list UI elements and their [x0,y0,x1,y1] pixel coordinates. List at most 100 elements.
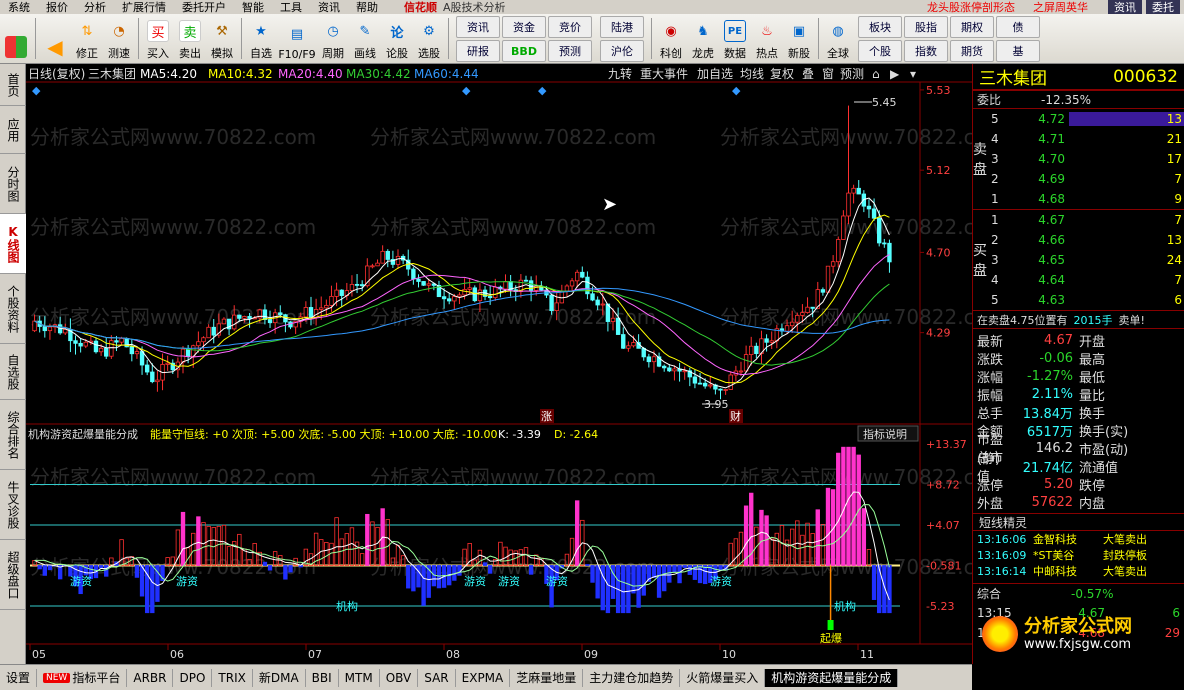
research-button[interactable]: 研报 [456,40,500,62]
info-button[interactable]: 资讯 [1108,0,1142,14]
spirit-item[interactable]: 13:16:06 金智科技 大笔卖出 [973,531,1184,547]
options-button[interactable]: 期权 [950,16,994,38]
menu-ext-quote[interactable]: 扩展行情 [114,0,174,14]
dropdown-icon[interactable]: ▾ [910,67,916,81]
indicator-tab[interactable]: ARBR [127,668,174,687]
menu-info[interactable]: 资讯 [310,0,348,14]
window-button[interactable]: 窗 [822,67,834,81]
indicator-tab[interactable]: 设置 [0,668,38,687]
tab-stock-profile[interactable]: 个股资料 [0,274,26,344]
indicator-tab[interactable]: EXPMA [456,668,511,687]
book-level[interactable]: 3 4.65 24 [991,250,1184,270]
grid-button[interactable] [0,14,32,63]
event-diamond-icon[interactable]: ◆ [32,84,41,97]
indicator-tab[interactable]: TRIX [212,668,253,687]
index-button[interactable]: 指数 [904,40,948,62]
hk-connect-button[interactable]: 陆港 [600,16,644,38]
tab-intraday[interactable]: 分时图 [0,154,26,214]
favorite-button[interactable]: ★ 自选 [245,14,277,63]
tab-home[interactable]: 首页 [0,64,26,106]
indicator-tab[interactable]: SAR [418,668,456,687]
book-level[interactable]: 4 4.71 21 [991,129,1184,149]
sector-button[interactable]: 板块 [858,16,902,38]
nine-turn-button[interactable]: 九转 [608,66,632,81]
indicator-tab[interactable]: 机构游资起爆量能分成 [765,668,899,687]
trade-button[interactable]: 委托 [1146,0,1180,14]
menu-analysis[interactable]: 分析 [76,0,114,14]
overlay-button[interactable]: 叠 [802,67,814,81]
major-events-button[interactable]: 重大事件 [640,67,688,81]
tab-apps[interactable]: 应用 [0,106,26,154]
kechuang-button[interactable]: ◉ 科创 [655,14,687,63]
add-favorite-button[interactable]: 加自选 [697,67,733,81]
home-icon[interactable]: ⌂ [872,67,880,81]
indicator-tab[interactable]: MTM [339,668,380,687]
fund-button[interactable]: 资金 [502,16,546,38]
futures-button[interactable]: 期货 [950,40,994,62]
event-diamond-icon[interactable]: ◆ [538,84,547,97]
bbd-button[interactable]: BBD [502,40,546,62]
book-level[interactable]: 5 4.63 6 [991,290,1184,310]
indicator-tab[interactable]: DPO [173,668,213,687]
event-diamond-icon[interactable]: ◆ [732,84,741,97]
buy-button[interactable]: 买买入 [142,14,174,63]
menu-quote[interactable]: 报价 [38,0,76,14]
book-level[interactable]: 3 4.70 17 [991,149,1184,169]
bond-button[interactable]: 债 [996,16,1040,38]
fund-type-button[interactable]: 基 [996,40,1040,62]
indicator-tab[interactable]: 主力建仓加趋势 [583,668,681,687]
index-futures-button[interactable]: 股指 [904,16,948,38]
tab-diagnosis[interactable]: 牛叉诊股 [0,470,26,540]
book-level[interactable]: 5 4.72 13 [991,109,1184,129]
forecast-button[interactable]: 预测 [548,40,592,62]
select-stock-button[interactable]: ⚙ 选股 [413,14,445,63]
short-spirit-title[interactable]: 短线精灵 [973,513,1184,531]
sell-button[interactable]: 卖卖出 [174,14,206,63]
menu-system[interactable]: 系统 [0,0,38,14]
indicator-tab[interactable]: 新DMA [253,668,306,687]
draw-button[interactable]: ✎ 画线 [349,14,381,63]
global-button[interactable]: ◍ 全球 [822,14,854,63]
speed-button[interactable]: ◔ 测速 [103,14,135,63]
forecast-toggle-button[interactable]: 预测 [840,67,864,81]
indicator-tab[interactable]: 芝麻量地量 [510,668,584,687]
single-stock-button[interactable]: 个股 [858,40,902,62]
tab-ranking[interactable]: 综合排名 [0,400,26,470]
dragon-tiger-button[interactable]: ♞ 龙虎 [687,14,719,63]
fix-button[interactable]: ⇅ 修正 [71,14,103,63]
news-button[interactable]: 资讯 [456,16,500,38]
menu-tools[interactable]: 工具 [272,0,310,14]
spirit-item[interactable]: 13:16:09 *ST美谷 封跌停板 [973,547,1184,563]
indicator-tab[interactable]: NEW 指标平台 [37,668,128,687]
ma-button[interactable]: 均线 [740,67,764,81]
f10-button[interactable]: ▤ F10/F9 [277,14,317,63]
book-level[interactable]: 1 4.67 7 [991,210,1184,230]
promo-link-2[interactable]: 之屏周英华 [1033,0,1088,14]
indicator-tab[interactable]: OBV [380,668,419,687]
book-level[interactable]: 1 4.68 9 [991,189,1184,209]
spirit-item[interactable]: 13:16:14 中邮科技 大笔卖出 [973,563,1184,579]
menu-help[interactable]: 帮助 [348,0,386,14]
book-level[interactable]: 2 4.66 13 [991,230,1184,250]
book-level[interactable]: 4 4.64 7 [991,270,1184,290]
chart-canvas[interactable]: 分析家公式网www.70822.com 分析家公式网www.70822.com 分析… [26,64,972,664]
simulate-button[interactable]: ⚒ 模拟 [206,14,238,63]
promo-link[interactable]: 龙头股涨停剖形态 [927,0,1015,14]
indicator-tab[interactable]: 火箭爆量买入 [680,668,766,687]
event-diamond-icon[interactable]: ◆ [462,84,471,97]
adjust-button[interactable]: 复权 [770,67,794,81]
shanghai-london-button[interactable]: 沪伦 [600,40,644,62]
tab-watchlist[interactable]: 自选股 [0,344,26,400]
indicator-tab[interactable]: BBI [306,668,339,687]
auction-button[interactable]: 竞价 [548,16,592,38]
hot-button[interactable]: ♨ 热点 [751,14,783,63]
period-button[interactable]: ◷ 周期 [317,14,349,63]
back-button[interactable]: ◀ [39,14,71,63]
new-stock-button[interactable]: ▣ 新股 [783,14,815,63]
data-button[interactable]: PE 数据 [719,14,751,63]
discuss-button[interactable]: 论论股 [381,14,413,63]
menu-trade[interactable]: 委托开户 [174,0,234,14]
tab-kline[interactable]: K线图 [0,214,26,274]
book-level[interactable]: 2 4.69 7 [991,169,1184,189]
menu-smart[interactable]: 智能 [234,0,272,14]
